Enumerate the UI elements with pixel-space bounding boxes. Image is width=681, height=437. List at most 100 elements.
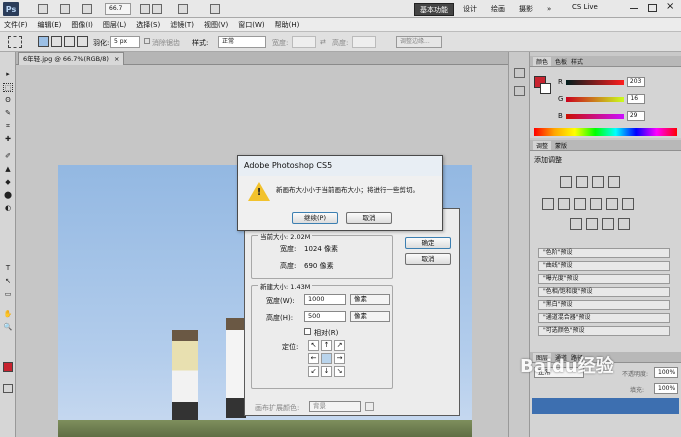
blue-value[interactable]: 29 bbox=[626, 111, 645, 121]
move-tool-icon[interactable]: ▸ bbox=[3, 70, 13, 79]
gradient-map-icon[interactable] bbox=[618, 218, 630, 230]
anchor-right[interactable]: → bbox=[334, 353, 345, 364]
threshold-icon[interactable] bbox=[602, 218, 614, 230]
workspace-painting[interactable]: 绘画 bbox=[486, 3, 510, 16]
red-value[interactable]: 203 bbox=[626, 77, 645, 87]
photo-filter-icon[interactable] bbox=[606, 198, 618, 210]
invert-icon[interactable] bbox=[570, 218, 582, 230]
preset-curves[interactable]: "曲线"预设 bbox=[538, 261, 670, 271]
crop-tool-icon[interactable]: ⌗ bbox=[3, 122, 13, 131]
anchor-bottom-left[interactable]: ↙ bbox=[308, 366, 319, 377]
antialias-checkbox[interactable] bbox=[144, 38, 150, 44]
zoom-tool-icon-box[interactable]: 🔍 bbox=[3, 323, 13, 332]
eraser-tool-icon[interactable]: ◐ bbox=[3, 204, 13, 213]
anchor-top-right[interactable]: ↗ bbox=[334, 340, 345, 351]
alert-cancel-button[interactable]: 取消 bbox=[346, 212, 392, 224]
width-input[interactable] bbox=[292, 36, 316, 48]
workspace-design[interactable]: 设计 bbox=[458, 3, 482, 16]
history-panel-icon[interactable] bbox=[514, 68, 525, 78]
anchor-left[interactable]: ← bbox=[308, 353, 319, 364]
channel-mixer-icon[interactable] bbox=[622, 198, 634, 210]
subtract-selection-icon[interactable] bbox=[64, 36, 75, 47]
hand-tool-icon[interactable] bbox=[140, 4, 150, 14]
path-select-tool-icon[interactable]: ↖ bbox=[3, 277, 13, 286]
feather-input[interactable]: 5 px bbox=[110, 36, 140, 48]
brush-tool-icon[interactable]: ▲ bbox=[3, 165, 13, 174]
preset-channel-mixer[interactable]: "通道混合器"预设 bbox=[538, 313, 670, 323]
tab-color[interactable]: 颜色 bbox=[533, 56, 552, 66]
tab-swatches[interactable]: 色板 bbox=[555, 57, 567, 66]
new-height-input[interactable]: 500 bbox=[304, 311, 346, 322]
quick-mask-icon[interactable] bbox=[3, 384, 13, 393]
anchor-bottom-right[interactable]: ↘ bbox=[334, 366, 345, 377]
height-unit-dropdown[interactable]: 像素 bbox=[350, 311, 390, 322]
preset-exposure[interactable]: "曝光度"预设 bbox=[538, 274, 670, 284]
close-tab-icon[interactable]: × bbox=[114, 55, 119, 63]
preset-hue-saturation[interactable]: "色相/饱和度"预设 bbox=[538, 287, 670, 297]
levels-icon[interactable] bbox=[576, 176, 588, 188]
lasso-tool-icon[interactable]: ʘ bbox=[3, 96, 13, 105]
menu-filter[interactable]: 滤镜(T) bbox=[170, 20, 194, 30]
continue-button[interactable]: 继续(P) bbox=[292, 212, 338, 224]
extension-color-swatch[interactable] bbox=[365, 402, 374, 411]
foreground-color-swatch[interactable] bbox=[3, 362, 13, 372]
screen-mode-icon[interactable] bbox=[210, 4, 220, 14]
view-extras-icon[interactable] bbox=[82, 4, 92, 14]
menu-select[interactable]: 选择(S) bbox=[136, 20, 160, 30]
posterize-icon[interactable] bbox=[586, 218, 598, 230]
preset-levels[interactable]: "色阶"预设 bbox=[538, 248, 670, 258]
anchor-bottom[interactable]: ↓ bbox=[321, 366, 332, 377]
vibrance-icon[interactable] bbox=[542, 198, 554, 210]
canvas-cancel-button[interactable]: 取消 bbox=[405, 253, 451, 265]
relative-checkbox[interactable] bbox=[304, 328, 311, 335]
opacity-input[interactable]: 100% bbox=[654, 367, 678, 378]
exposure-icon[interactable] bbox=[608, 176, 620, 188]
red-track[interactable] bbox=[565, 79, 624, 85]
marquee-preset-icon[interactable] bbox=[8, 36, 22, 48]
anchor-top[interactable]: ↑ bbox=[321, 340, 332, 351]
add-selection-icon[interactable] bbox=[51, 36, 62, 47]
extension-color-dropdown[interactable]: 背景 bbox=[309, 401, 361, 412]
tab-masks[interactable]: 蒙版 bbox=[555, 141, 567, 150]
blue-track[interactable] bbox=[565, 113, 624, 119]
more-workspaces-button[interactable]: » bbox=[542, 3, 556, 16]
anchor-top-left[interactable]: ↖ bbox=[308, 340, 319, 351]
green-track[interactable] bbox=[566, 96, 625, 102]
menu-file[interactable]: 文件(F) bbox=[4, 20, 28, 30]
curves-icon[interactable] bbox=[592, 176, 604, 188]
width-unit-dropdown[interactable]: 像素 bbox=[350, 294, 390, 305]
document-tab[interactable]: 6年轻.jpg @ 66.7%(RGB/8) × bbox=[18, 52, 125, 65]
canvas-ok-button[interactable]: 确定 bbox=[405, 237, 451, 249]
hue-saturation-icon[interactable] bbox=[558, 198, 570, 210]
arrange-documents-icon[interactable] bbox=[178, 4, 188, 14]
red-slider[interactable]: R 203 bbox=[558, 76, 678, 88]
menu-view[interactable]: 视图(V) bbox=[204, 20, 228, 30]
minimize-icon[interactable] bbox=[630, 8, 638, 9]
refine-edge-button[interactable]: 调整边缘... bbox=[396, 36, 442, 48]
marquee-tool-icon[interactable]: ⬚ bbox=[3, 83, 13, 92]
workspace-essentials[interactable]: 基本功能 bbox=[414, 2, 454, 16]
color-balance-icon[interactable] bbox=[574, 198, 586, 210]
height-input[interactable] bbox=[352, 36, 376, 48]
green-value[interactable]: 16 bbox=[627, 94, 646, 104]
tool-presets-icon[interactable] bbox=[514, 86, 525, 96]
healing-brush-tool-icon[interactable]: ✐ bbox=[3, 152, 13, 161]
new-selection-icon[interactable] bbox=[38, 36, 49, 47]
menu-layer[interactable]: 图层(L) bbox=[103, 20, 126, 30]
shape-tool-icon[interactable]: ▭ bbox=[3, 290, 13, 299]
bg-color-chip[interactable] bbox=[540, 83, 551, 94]
background-layer-row[interactable] bbox=[532, 398, 679, 414]
zoom-level-dropdown[interactable]: 66.7 bbox=[105, 3, 131, 15]
clone-stamp-tool-icon[interactable]: ◆ bbox=[3, 178, 13, 187]
zoom-tool-icon[interactable] bbox=[152, 4, 162, 14]
blue-slider[interactable]: B 29 bbox=[558, 110, 678, 122]
black-white-icon[interactable] bbox=[590, 198, 602, 210]
new-width-input[interactable]: 1000 bbox=[304, 294, 346, 305]
green-slider[interactable]: G 16 bbox=[558, 93, 678, 105]
eyedropper-tool-icon[interactable]: ✚ bbox=[3, 135, 13, 144]
bridge-icon[interactable] bbox=[38, 4, 48, 14]
preset-black-white[interactable]: "黑白"预设 bbox=[538, 300, 670, 310]
cs-live-button[interactable]: CS Live bbox=[572, 3, 598, 11]
style-dropdown[interactable]: 正常 bbox=[218, 36, 266, 48]
tab-styles[interactable]: 样式 bbox=[571, 57, 583, 66]
